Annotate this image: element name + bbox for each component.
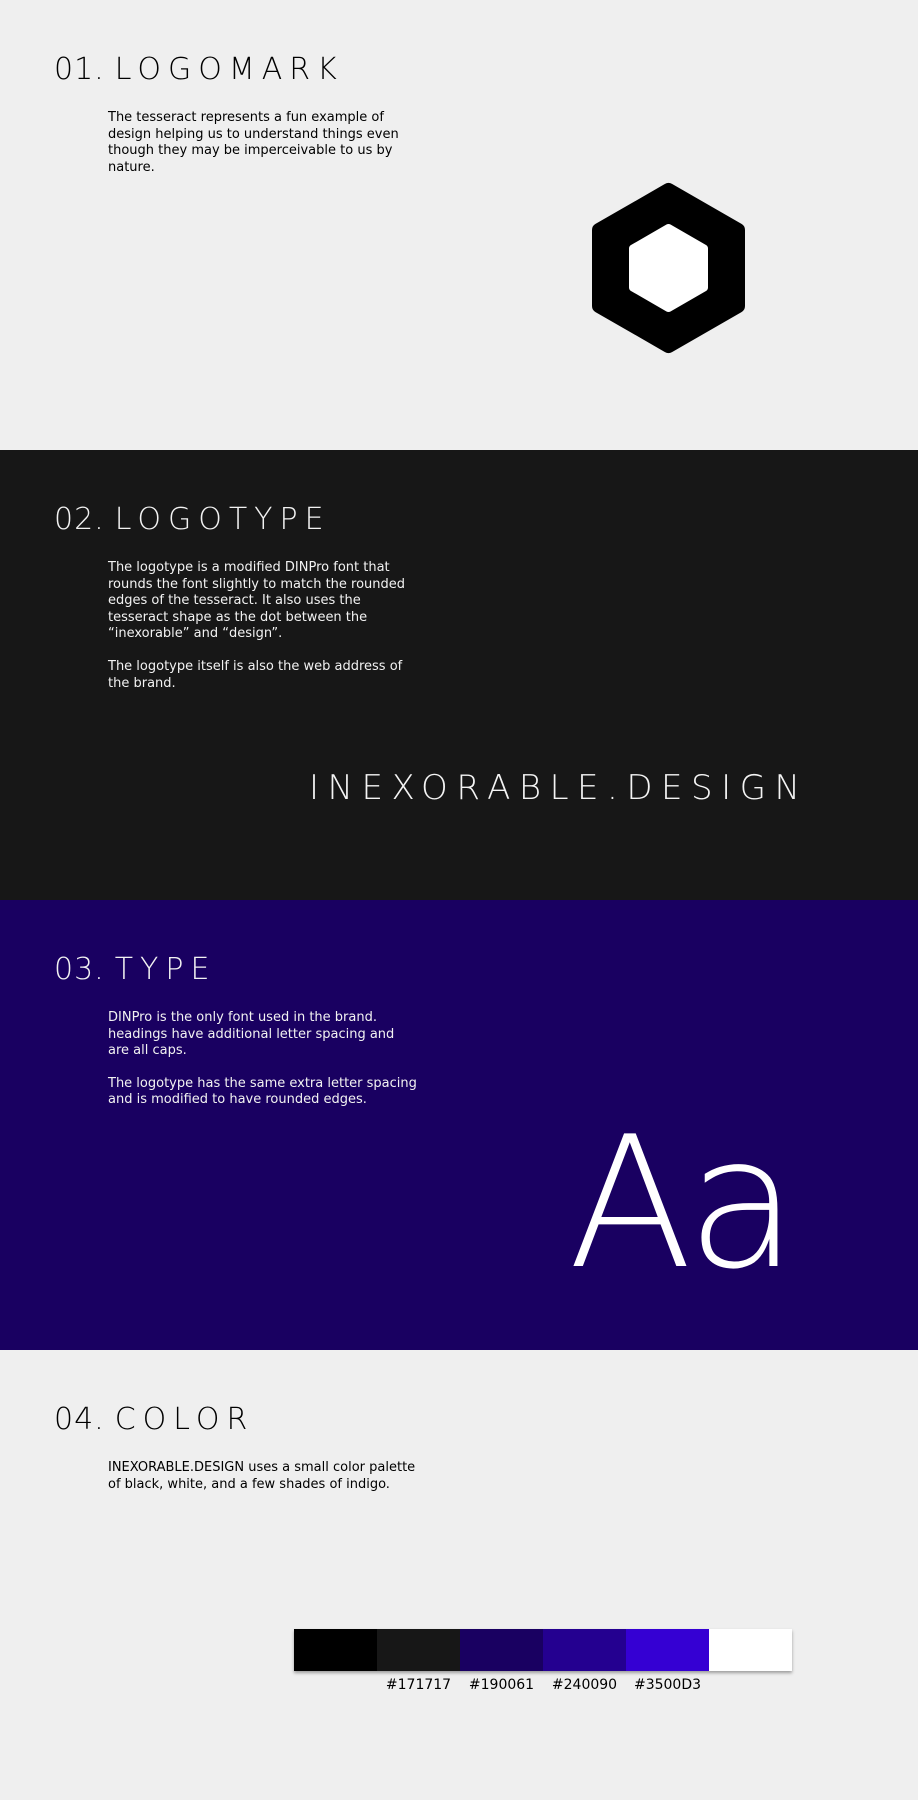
- logomark-description: The tesseract represents a fun example o…: [108, 110, 418, 176]
- logomark-heading: 01. LOGOMARK: [54, 52, 344, 87]
- swatch-black: [294, 1629, 377, 1671]
- description-paragraph: The logotype has the same extra letter s…: [108, 1075, 417, 1108]
- description-paragraph: DINPro is the only font used in the bran…: [108, 1010, 395, 1059]
- hex-label: #190061: [468, 1677, 535, 1693]
- color-palette: [294, 1629, 792, 1671]
- hex-label: #240090: [551, 1677, 618, 1693]
- hex-label: #171717: [385, 1677, 452, 1693]
- color-heading: 04. COLOR: [54, 1402, 254, 1437]
- section-title: LOGOMARK: [114, 52, 344, 87]
- description-paragraph: The logotype itself is also the web addr…: [108, 658, 403, 691]
- description-paragraph: INEXORABLE.DESIGN uses a small color pal…: [108, 1460, 416, 1492]
- section-number: 04.: [54, 1402, 105, 1437]
- hex-label: #3500D3: [633, 1677, 702, 1693]
- section-title: LOGOTYPE: [114, 502, 331, 537]
- type-heading: 03. TYPE: [54, 952, 216, 987]
- section-title: COLOR: [114, 1402, 255, 1437]
- color-description: INEXORABLE.DESIGN uses a small color pal…: [108, 1460, 418, 1493]
- type-description: DINPro is the only font used in the bran…: [108, 1010, 418, 1109]
- specimen-uppercase: A: [568, 1097, 692, 1309]
- color-section: 04. COLOR INEXORABLE.DESIGN uses a small …: [0, 1350, 918, 1800]
- logotype-section: 02. LOGOTYPE The logotype is a modified D…: [0, 450, 918, 900]
- logotype-wordmark: INEXORABLE.DESIGN: [309, 768, 809, 808]
- type-specimen: Aa: [568, 1112, 798, 1294]
- specimen-lowercase: a: [686, 1097, 799, 1309]
- logomark-section: 01. LOGOMARK The tesseract represents a f…: [0, 0, 918, 450]
- tesseract-hexagon-icon: [592, 183, 745, 353]
- description-paragraph: The tesseract represents a fun example o…: [108, 110, 399, 175]
- section-number: 02.: [54, 502, 105, 537]
- swatch-dark-gray: [377, 1629, 460, 1671]
- logotype-heading: 02. LOGOTYPE: [54, 502, 331, 537]
- type-section: 03. TYPE DINPro is the only font used in …: [0, 900, 918, 1350]
- section-number: 01.: [54, 52, 105, 87]
- palette-labels: #171717 #190061 #240090 #3500D3: [377, 1677, 709, 1693]
- swatch-white: [709, 1629, 792, 1671]
- swatch-bright-indigo: [626, 1629, 709, 1671]
- section-title: TYPE: [114, 952, 217, 987]
- description-paragraph: The logotype is a modified DINPro font t…: [108, 560, 406, 642]
- logotype-description: The logotype is a modified DINPro font t…: [108, 560, 418, 692]
- swatch-deep-indigo: [460, 1629, 543, 1671]
- swatch-indigo: [543, 1629, 626, 1671]
- section-number: 03.: [54, 952, 105, 987]
